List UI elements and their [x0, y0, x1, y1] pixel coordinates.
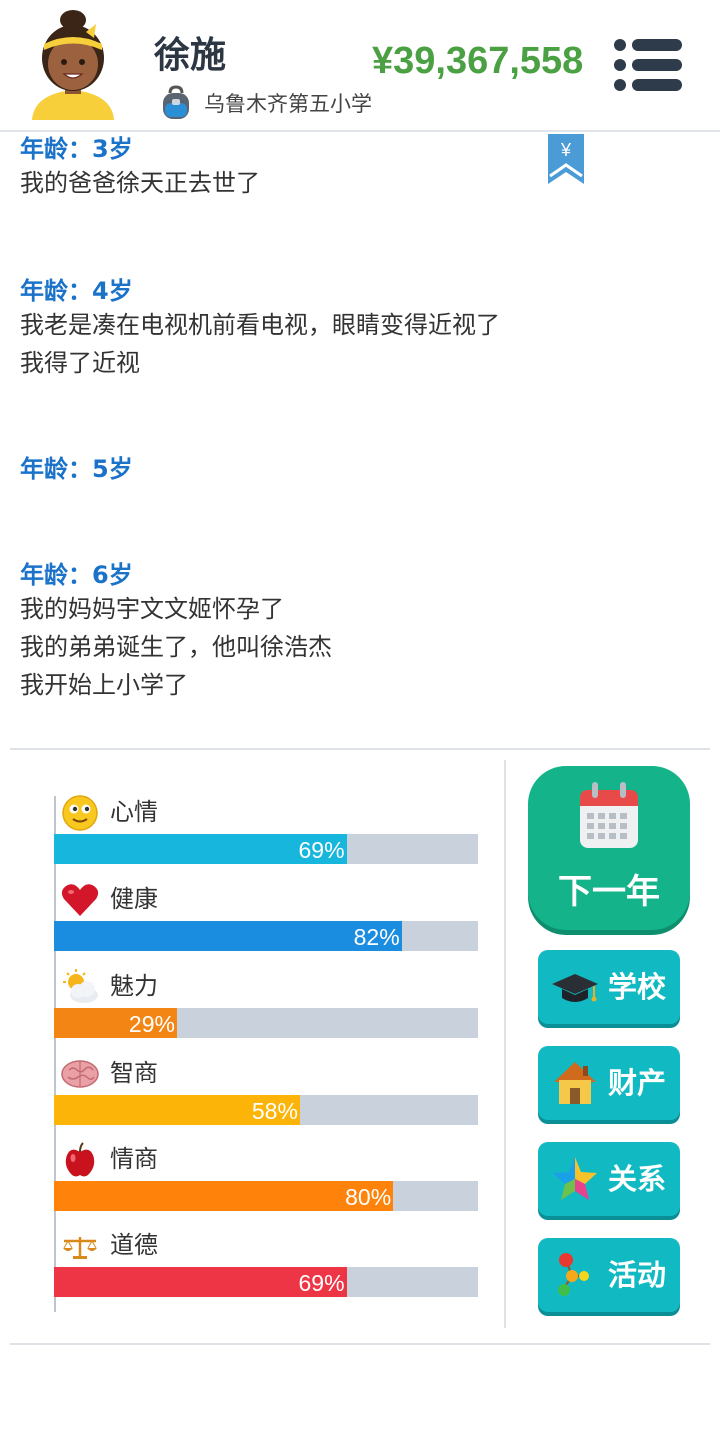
- stat-health: 健康 82%: [54, 881, 478, 961]
- log-entry: 年龄：5岁: [20, 454, 133, 484]
- stat-label: 智商: [110, 1059, 158, 1087]
- top-bar: 徐施 乌鲁木齐第五小学 ¥39,367,558: [0, 0, 720, 132]
- stat-bar: 69%: [54, 1267, 478, 1297]
- age-label: 年龄：4岁: [20, 277, 133, 305]
- divider: [504, 760, 506, 1328]
- log-line: 我开始上小学了: [20, 671, 188, 699]
- bookmark-icon[interactable]: ¥: [548, 134, 584, 184]
- smiley-icon: [62, 795, 98, 831]
- log-line: 我的妈妈宇文文姬怀孕了: [20, 595, 284, 623]
- next-year-label: 下一年: [558, 872, 660, 912]
- stat-bar: 82%: [54, 921, 478, 951]
- stat-percent: 69%: [298, 1270, 345, 1296]
- stat-mood: 心情 69%: [54, 794, 478, 874]
- school-bag-icon: [163, 85, 189, 119]
- log-entry: 年龄：6岁 我的妈妈宇文文姬怀孕了 我的弟弟诞生了，他叫徐浩杰 我开始上小学了: [20, 560, 332, 704]
- log-line: 我老是凑在电视机前看电视，眼睛变得近视了: [20, 311, 500, 339]
- bookmark-symbol: ¥: [560, 140, 572, 160]
- log-line: 我的弟弟诞生了，他叫徐浩杰: [20, 633, 332, 661]
- avatar[interactable]: [30, 10, 116, 120]
- sun-cloud-icon: [63, 969, 98, 1003]
- stat-bar: 80%: [54, 1181, 478, 1211]
- log-entry: 年龄：4岁 我老是凑在电视机前看电视，眼睛变得近视了 我得了近视: [20, 276, 500, 382]
- assets-button-label: 财产: [608, 1066, 667, 1100]
- stat-label: 魅力: [110, 972, 158, 1000]
- age-label: 年龄：5岁: [20, 455, 133, 483]
- log-line: 我得了近视: [20, 349, 140, 377]
- stat-eq: 情商 80%: [54, 1141, 478, 1221]
- apple-icon: [65, 1142, 95, 1177]
- stat-percent: 80%: [345, 1184, 392, 1210]
- activities-button-label: 活动: [608, 1258, 667, 1292]
- school-button[interactable]: 学校: [538, 950, 680, 1024]
- log-line: 我的爸爸徐天正去世了: [20, 169, 260, 197]
- calendar-icon: [580, 782, 638, 848]
- brain-icon: [61, 1060, 99, 1088]
- money-balance: ¥39,367,558: [372, 40, 584, 82]
- player-name: 徐施: [154, 35, 227, 76]
- stat-bar: 29%: [54, 1008, 478, 1038]
- stat-label: 心情: [110, 798, 158, 826]
- life-log[interactable]: ¥ 年龄：3岁 我的爸爸徐天正去世了 年龄：4岁 我老是凑在电视机前看电视，眼睛…: [0, 134, 720, 746]
- school-info: 乌鲁木齐第五小学: [158, 84, 372, 122]
- stat-bar: 58%: [54, 1095, 478, 1125]
- activities-button[interactable]: 活动: [538, 1238, 680, 1312]
- age-label: 年龄：6岁: [20, 561, 133, 589]
- age-label: 年龄：3岁: [20, 135, 133, 163]
- school-button-label: 学校: [608, 970, 667, 1004]
- stat-percent: 82%: [353, 924, 400, 950]
- scales-icon: [63, 1237, 97, 1259]
- heart-icon: [61, 884, 99, 916]
- stat-label: 健康: [110, 885, 158, 913]
- graduation-cap-icon: [552, 974, 598, 1002]
- stat-morality: 道德 69%: [54, 1227, 478, 1307]
- stat-label: 情商: [110, 1145, 158, 1173]
- stat-percent: 69%: [298, 837, 345, 863]
- activity-dots-icon: [558, 1253, 589, 1296]
- stat-iq: 智商 58%: [54, 1055, 478, 1135]
- next-year-button[interactable]: 下一年: [528, 766, 690, 930]
- divider: [10, 1343, 710, 1345]
- log-entry: 年龄：3岁 我的爸爸徐天正去世了: [20, 134, 260, 202]
- relations-button[interactable]: 关系: [538, 1142, 680, 1216]
- assets-button[interactable]: 财产: [538, 1046, 680, 1120]
- stat-label: 道德: [110, 1231, 158, 1259]
- stat-bar: 69%: [54, 834, 478, 864]
- relations-button-label: 关系: [608, 1162, 667, 1196]
- menu-icon[interactable]: [612, 36, 684, 94]
- stat-percent: 29%: [128, 1011, 175, 1037]
- house-icon: [554, 1062, 596, 1104]
- stat-percent: 58%: [251, 1098, 298, 1124]
- stat-charm: 魅力 29%: [54, 968, 478, 1048]
- star-icon: [553, 1157, 597, 1200]
- divider: [10, 748, 710, 750]
- school-name: 乌鲁木齐第五小学: [204, 92, 372, 116]
